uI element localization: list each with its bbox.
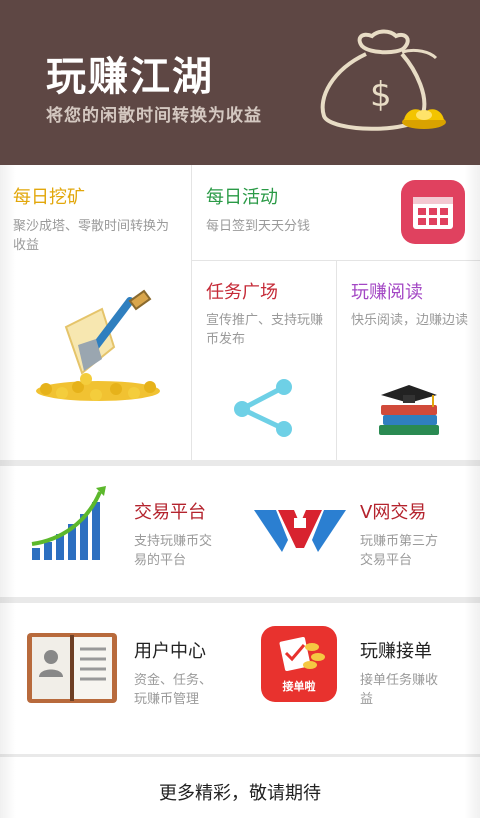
money-bag-icon: $ xyxy=(320,29,446,131)
tile-title: 用户中心 xyxy=(134,641,206,662)
tile-task-square[interactable]: 任务广场 宣传推广、支持玩赚币发布 xyxy=(192,261,336,460)
tile-title: 玩赚接单 xyxy=(360,641,432,662)
tile-title: 玩赚阅读 xyxy=(351,282,423,303)
shovel-gold-coins-icon xyxy=(36,289,160,401)
tile-vnet-trade[interactable]: V网交易 玩赚币第三方交易平台 xyxy=(240,466,480,597)
tile-user-center[interactable]: 用户中心 资金、任务、玩赚币管理 xyxy=(0,603,240,754)
header-banner: 玩赚江湖 将您的闲散时间转换为收益 $ xyxy=(0,0,480,165)
tile-title: 每日活动 xyxy=(206,187,278,208)
books-icon xyxy=(379,385,439,435)
tile-take-orders[interactable]: 接单啦 玩赚接单 接单任务赚收益 xyxy=(240,603,480,754)
share-icon xyxy=(234,379,292,437)
tile-desc: 宣传推广、支持玩赚币发布 xyxy=(206,313,324,347)
address-book-icon xyxy=(27,633,117,703)
tile-desc: 快乐阅读，边赚边读 xyxy=(351,313,469,328)
tile-desc: 接单任务赚收益 xyxy=(360,673,439,707)
tile-title: 每日挖矿 xyxy=(13,187,85,208)
tile-desc: 聚沙成塔、零散时间转换为收益 xyxy=(13,219,170,253)
footer-text: 更多精彩，敬请期待 xyxy=(159,783,321,804)
tile-title: 交易平台 xyxy=(134,502,206,523)
calendar-icon xyxy=(401,180,465,244)
order-icon-label: 接单啦 xyxy=(282,680,316,693)
edge-shadow-right xyxy=(464,165,480,818)
svg-text:$: $ xyxy=(370,75,392,115)
growth-chart-icon xyxy=(31,486,106,560)
tile-title: 任务广场 xyxy=(206,282,278,303)
banner-title: 玩赚江湖 xyxy=(46,54,214,100)
tile-desc: 玩赚币第三方交易平台 xyxy=(360,534,439,568)
tile-desc: 资金、任务、玩赚币管理 xyxy=(134,673,213,707)
tile-daily-mining[interactable]: 每日挖矿 聚沙成塔、零散时间转换为收益 xyxy=(0,165,191,460)
tile-daily-activity[interactable]: 每日活动 每日签到天天分钱 xyxy=(192,165,480,260)
vnet-logo-icon xyxy=(254,510,346,552)
footer-bar: 更多精彩，敬请期待 xyxy=(0,757,480,818)
tile-title: V网交易 xyxy=(360,502,427,523)
banner-subtitle: 将您的闲散时间转换为收益 xyxy=(46,106,262,126)
edge-shadow-left xyxy=(0,165,16,818)
tile-desc: 每日签到天天分钱 xyxy=(206,219,311,234)
tile-trade-platform[interactable]: 交易平台 支持玩赚币交易的平台 xyxy=(0,466,240,597)
tile-reading[interactable]: 玩赚阅读 快乐阅读，边赚边读 xyxy=(337,261,480,460)
tile-desc: 支持玩赚币交易的平台 xyxy=(134,534,213,568)
